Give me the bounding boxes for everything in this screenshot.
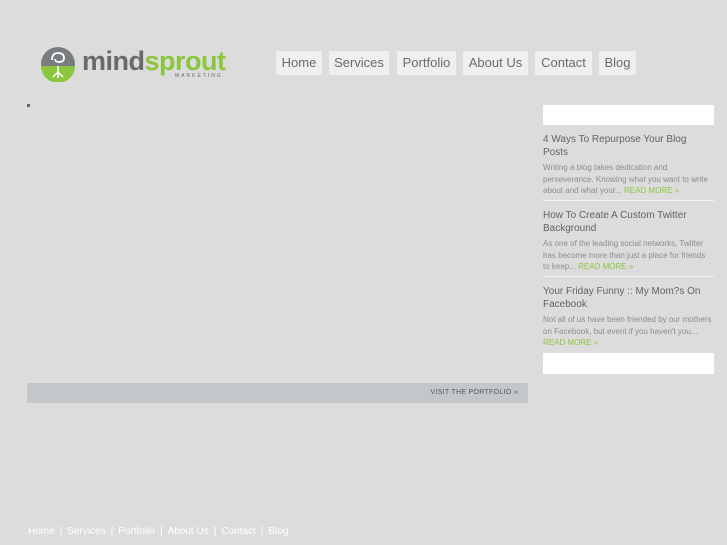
post-title[interactable]: How To Create A Custom Twitter Backgroun… bbox=[543, 209, 714, 235]
sidebar-post: How To Create A Custom Twitter Backgroun… bbox=[543, 209, 714, 273]
sidebar-box-top bbox=[543, 105, 714, 125]
sidebar-post: 4 Ways To Repurpose Your Blog Posts Writ… bbox=[543, 133, 714, 197]
brand-name-part2: sprout bbox=[144, 46, 227, 76]
brand-name: mindsprout bbox=[82, 48, 226, 75]
post-excerpt: Not all of us have been friended by our … bbox=[543, 314, 714, 349]
footer-separator: | bbox=[260, 526, 264, 537]
footer-separator: | bbox=[110, 526, 114, 537]
post-excerpt: Writing a blog takes dedication and pers… bbox=[543, 162, 714, 197]
footer-nav: Home | Services | Portfolio | About Us | Contact… bbox=[28, 526, 288, 537]
post-title[interactable]: 4 Ways To Repurpose Your Blog Posts bbox=[543, 133, 714, 159]
footer-link-services[interactable]: Services bbox=[67, 526, 105, 537]
footer-link-home[interactable]: Home bbox=[28, 526, 55, 537]
footer-link-blog[interactable]: Blog bbox=[268, 526, 288, 537]
read-more-link[interactable]: READ MORE » bbox=[624, 186, 679, 195]
portfolio-bar: VISIT THE PORTFOLIO » bbox=[27, 383, 528, 403]
brand-tagline: MARKETING bbox=[175, 73, 223, 79]
slider-bullet[interactable] bbox=[27, 104, 30, 107]
sidebar-box-bottom bbox=[543, 353, 714, 374]
footer-link-about-us[interactable]: About Us bbox=[168, 526, 209, 537]
footer-link-portfolio[interactable]: Portfolio bbox=[118, 526, 155, 537]
read-more-link[interactable]: READ MORE » bbox=[543, 338, 598, 347]
nav-portfolio[interactable]: Portfolio bbox=[397, 51, 456, 75]
footer-link-contact[interactable]: Contact bbox=[221, 526, 255, 537]
post-divider bbox=[543, 200, 714, 201]
nav-services[interactable]: Services bbox=[329, 51, 389, 75]
post-excerpt-text: Not all of us have been friended by our … bbox=[543, 315, 712, 336]
sidebar-post: Your Friday Funny :: My Mom?s On Faceboo… bbox=[543, 285, 714, 349]
read-more-link[interactable]: READ MORE » bbox=[578, 262, 633, 271]
post-title[interactable]: Your Friday Funny :: My Mom?s On Faceboo… bbox=[543, 285, 714, 311]
nav-contact[interactable]: Contact bbox=[535, 51, 592, 75]
site-logo[interactable]: mindsprout MARKETING bbox=[40, 46, 226, 86]
footer-separator: | bbox=[59, 526, 63, 537]
footer-separator: | bbox=[159, 526, 163, 537]
post-divider bbox=[543, 276, 714, 277]
nav-about-us[interactable]: About Us bbox=[463, 51, 528, 75]
sprout-logo-icon bbox=[41, 47, 75, 82]
brand-name-part1: mind bbox=[82, 46, 145, 76]
footer-separator: | bbox=[213, 526, 217, 537]
nav-blog[interactable]: Blog bbox=[599, 51, 636, 75]
nav-home[interactable]: Home bbox=[276, 51, 322, 75]
visit-portfolio-link[interactable]: VISIT THE PORTFOLIO » bbox=[430, 383, 518, 403]
post-excerpt: As one of the leading social networks, T… bbox=[543, 238, 714, 273]
